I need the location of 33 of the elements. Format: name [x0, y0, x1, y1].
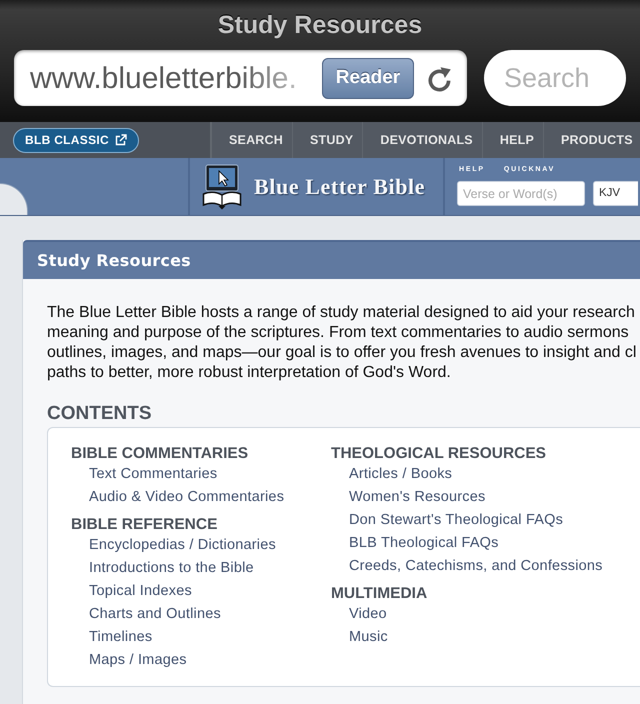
- monitor-book-icon: [202, 164, 242, 210]
- section-heading: BIBLE COMMENTARIES: [71, 445, 248, 463]
- address-text: www.blueletterbible.: [30, 60, 297, 96]
- resource-link[interactable]: Introductions to the Bible: [89, 557, 254, 580]
- section-heading: BIBLE REFERENCE: [71, 516, 218, 534]
- resource-link[interactable]: BLB Theological FAQs: [349, 532, 499, 555]
- resource-link[interactable]: Maps / Images: [89, 649, 187, 672]
- site-logo-text[interactable]: Blue Letter Bible: [254, 170, 426, 203]
- resource-link[interactable]: Creeds, Catechisms, and Confessions: [349, 555, 603, 578]
- resource-link[interactable]: Audio & Video Commentaries: [89, 486, 284, 509]
- resource-link[interactable]: Women's Resources: [349, 486, 486, 509]
- nav-link[interactable]: SEARCH: [212, 122, 292, 158]
- section-heading: MULTIMEDIA: [331, 585, 428, 603]
- resource-link[interactable]: Video: [349, 603, 387, 626]
- section-heading: THEOLOGICAL RESOURCES: [331, 445, 546, 463]
- resource-link[interactable]: Text Commentaries: [89, 463, 218, 486]
- panel-title: Study Resources: [37, 250, 191, 272]
- classic-button[interactable]: BLB CLASSIC: [13, 128, 139, 152]
- resource-link[interactable]: Charts and Outlines: [89, 603, 221, 626]
- page-title: Study Resources: [218, 10, 422, 40]
- verse-search-field[interactable]: Verse or Word(s): [457, 181, 585, 206]
- resource-link[interactable]: Articles / Books: [349, 463, 452, 486]
- search-field[interactable]: Search: [484, 50, 626, 106]
- address-field[interactable]: www.blueletterbible. Reader: [14, 50, 467, 106]
- resource-link[interactable]: Don Stewart's Theological FAQs: [349, 509, 564, 532]
- version-select[interactable]: KJV: [593, 181, 638, 206]
- resource-link[interactable]: Encyclopedias / Dictionaries: [89, 534, 276, 557]
- resource-link[interactable]: Music: [349, 626, 388, 649]
- intro-paragraph: The Blue Letter Bible hosts a range of study material designed to aid your research meaning and purpose of the scriptures. From text commentaries to audio sermons outlines, images, and maps—our goal is to offer you fresh avenues to insight and cl paths to better, more robust interpretation of God's Word.: [47, 303, 636, 383]
- resource-link[interactable]: Topical Indexes: [89, 580, 192, 603]
- contents-heading: CONTENTS: [47, 403, 152, 425]
- resource-link[interactable]: Timelines: [89, 626, 152, 649]
- external-link-icon: [114, 134, 127, 146]
